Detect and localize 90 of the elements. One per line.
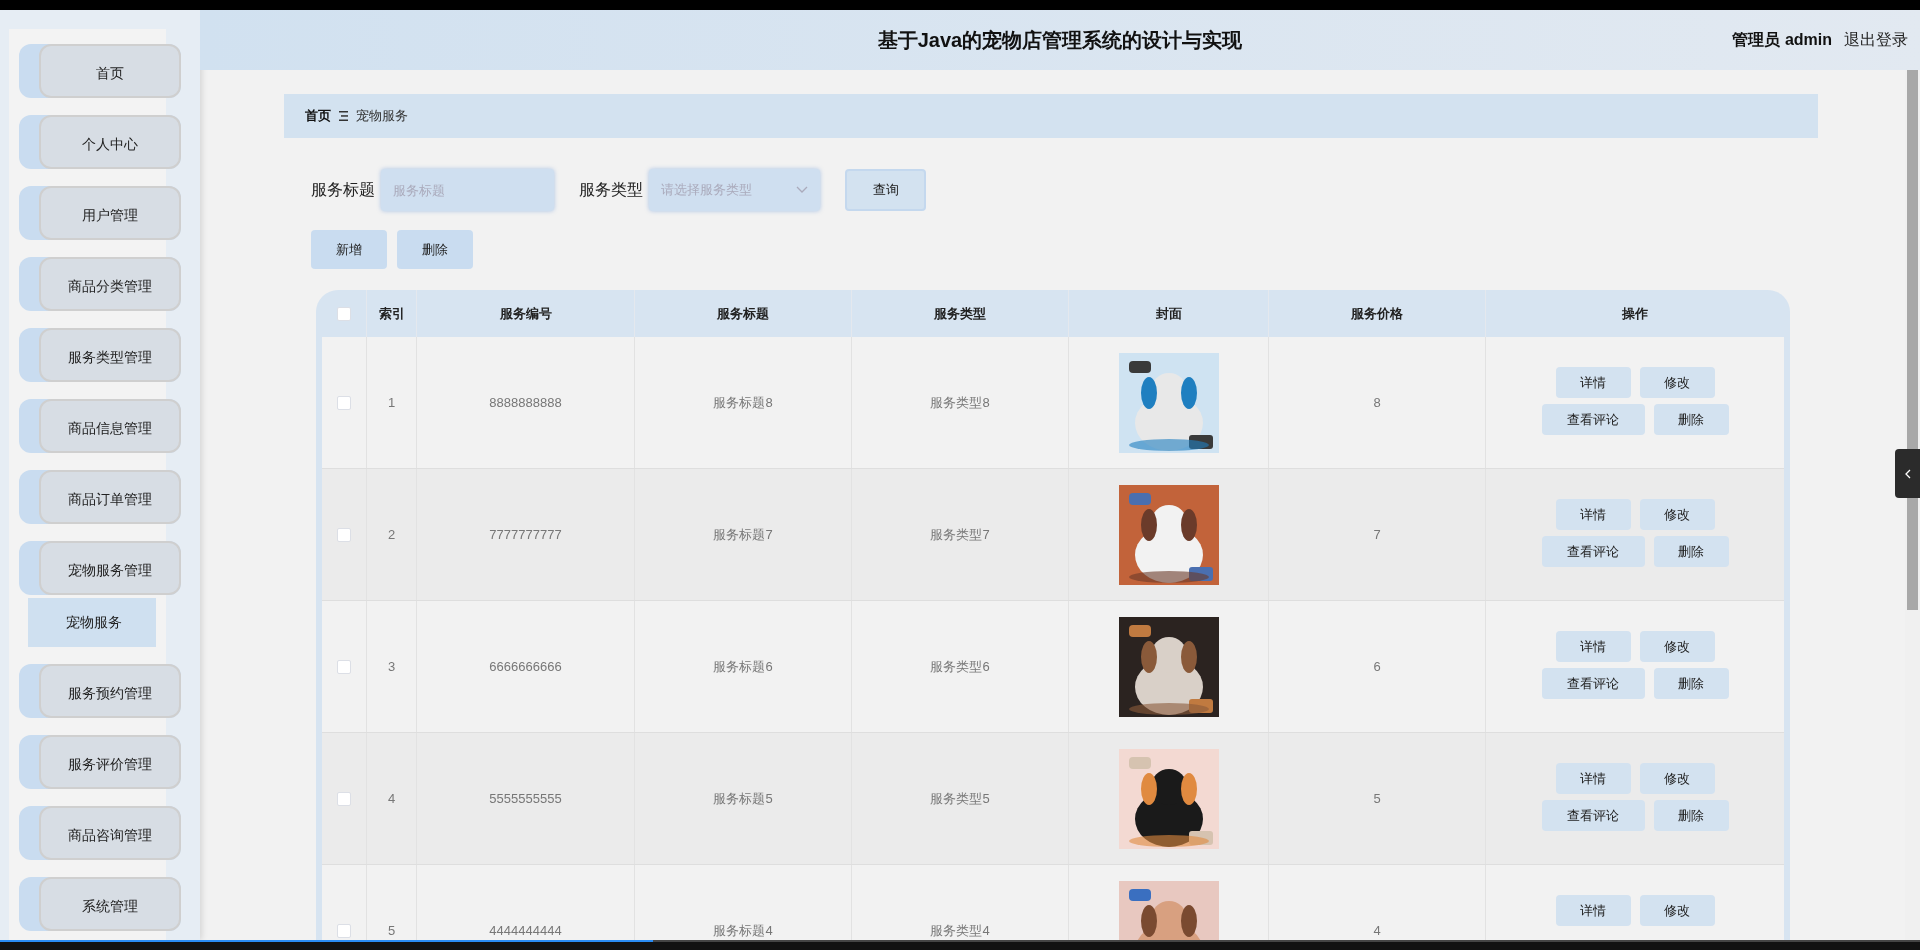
query-button[interactable]: 查询 [845,169,926,211]
table-cell-text: 4 [1373,921,1381,940]
table-cell-text: 1 [387,393,396,412]
table-cell-text: 服务标题5 [713,789,773,808]
sidebar-item-label: 首页 [96,63,124,83]
table-cell-text: 8 [1373,393,1381,412]
table-cell-text: 3 [387,657,396,676]
table-cell-text: 6 [1373,657,1381,676]
row-action-button[interactable]: 修改 [1639,895,1715,926]
column-header: 操作 [1621,304,1649,323]
sidebar-item-label: 服务类型管理 [68,347,152,367]
breadcrumb-item[interactable]: 首页 [305,106,331,126]
breadcrumb-item[interactable]: 宠物服务 [356,106,408,126]
delete-button[interactable]: 删除 [397,230,473,269]
sidebar-item[interactable]: 服务类型管理 [19,328,181,382]
table-cell-text: 服务类型5 [930,789,990,808]
sidebar-item[interactable]: 宠物服务管理 [19,541,181,595]
checkbox[interactable] [337,527,351,542]
row-action-button[interactable]: 详情 [1555,895,1631,926]
table-cell-text: 服务标题7 [713,525,773,544]
checkbox[interactable] [337,306,351,321]
sidebar-item[interactable]: 商品咨询管理 [19,806,181,860]
chevron-down-icon [796,186,808,194]
row-action-button[interactable]: 查看评论 [1541,800,1645,831]
scrollbar-thumb[interactable] [1907,70,1918,610]
table-cell-text: 服务类型6 [930,657,990,676]
table-cell-text: 服务标题6 [713,657,773,676]
table-cell-text: 5 [387,921,396,940]
separator-icon [339,111,348,121]
table-cell-text: 8888888888 [489,393,562,412]
sidebar-item-label: 商品信息管理 [68,418,152,438]
row-action-button[interactable]: 删除 [1653,536,1729,567]
table-cell-text: 4 [387,789,396,808]
row-action-button[interactable]: 查看评论 [1541,536,1645,567]
table-cell-text: 6666666666 [489,657,562,676]
row-action-button[interactable]: 详情 [1555,367,1631,398]
table-cell-text: 服务类型8 [930,393,990,412]
row-action-button[interactable]: 查看评论 [1541,668,1645,699]
field-label: 服务类型 [579,180,643,200]
sidebar-item[interactable]: 用户管理 [19,186,181,240]
sidebar-item[interactable]: 商品订单管理 [19,470,181,524]
row-action-button[interactable]: 详情 [1555,499,1631,530]
checkbox[interactable] [337,923,351,938]
page-title: 基于Java的宠物店管理系统的设计与实现 [877,28,1243,53]
sidebar-item-label: 商品咨询管理 [68,825,152,845]
row-action-button[interactable]: 修改 [1639,499,1715,530]
row-action-button[interactable]: 删除 [1653,668,1729,699]
table-cell-text: 5 [1373,789,1381,808]
row-action-button[interactable]: 修改 [1639,763,1715,794]
submenu-item[interactable]: 宠物服务 [28,598,156,647]
sidebar-item-label: 用户管理 [82,205,138,225]
sidebar-item[interactable]: 商品信息管理 [19,399,181,453]
checkbox[interactable] [337,395,351,410]
checkbox[interactable] [337,659,351,674]
sidebar-item-label: 服务评价管理 [68,754,152,774]
side-panel-tab[interactable] [1895,449,1920,498]
logout-link[interactable]: 退出登录 [1844,28,1908,52]
sidebar-item[interactable]: 服务预约管理 [19,664,181,718]
chevron-left-icon [1904,468,1911,479]
table-cell-text: 服务类型4 [930,921,990,940]
sidebar-item-label: 系统管理 [82,896,138,916]
row-action-button[interactable]: 删除 [1653,404,1729,435]
row-action-button[interactable]: 详情 [1555,763,1631,794]
sidebar-item-label: 宠物服务管理 [68,560,152,580]
row-action-button[interactable]: 修改 [1639,367,1715,398]
row-action-button[interactable]: 修改 [1639,631,1715,662]
table-cell-text: 7 [1373,525,1381,544]
sidebar-item-label: 商品分类管理 [68,276,152,296]
checkbox[interactable] [337,791,351,806]
sidebar-item[interactable]: 个人中心 [19,115,181,169]
table-cell-text: 5555555555 [489,789,562,808]
add-button[interactable]: 新增 [311,230,387,269]
sidebar-item[interactable]: 首页 [19,44,181,98]
sidebar-item-label: 个人中心 [82,134,138,154]
sidebar-item-label: 服务预约管理 [68,683,152,703]
sidebar-item[interactable]: 服务评价管理 [19,735,181,789]
row-action-button[interactable]: 详情 [1555,631,1631,662]
row-action-button[interactable]: 删除 [1653,800,1729,831]
table-cell-text: 7777777777 [489,525,562,544]
field-label: 服务标题 [311,180,375,200]
sidebar-item-label: 商品订单管理 [68,489,152,509]
table-cell-text: 2 [387,525,396,544]
table-cell-text: 4444444444 [489,921,562,940]
table-cell-text: 服务类型7 [930,525,990,544]
sidebar-item[interactable]: 系统管理 [19,877,181,931]
table-cell-text: 服务标题4 [713,921,773,940]
sidebar-item[interactable]: 商品分类管理 [19,257,181,311]
user-label: 管理员 admin [1732,30,1832,50]
table-cell-text: 服务标题8 [713,393,773,412]
row-action-button[interactable]: 查看评论 [1541,404,1645,435]
